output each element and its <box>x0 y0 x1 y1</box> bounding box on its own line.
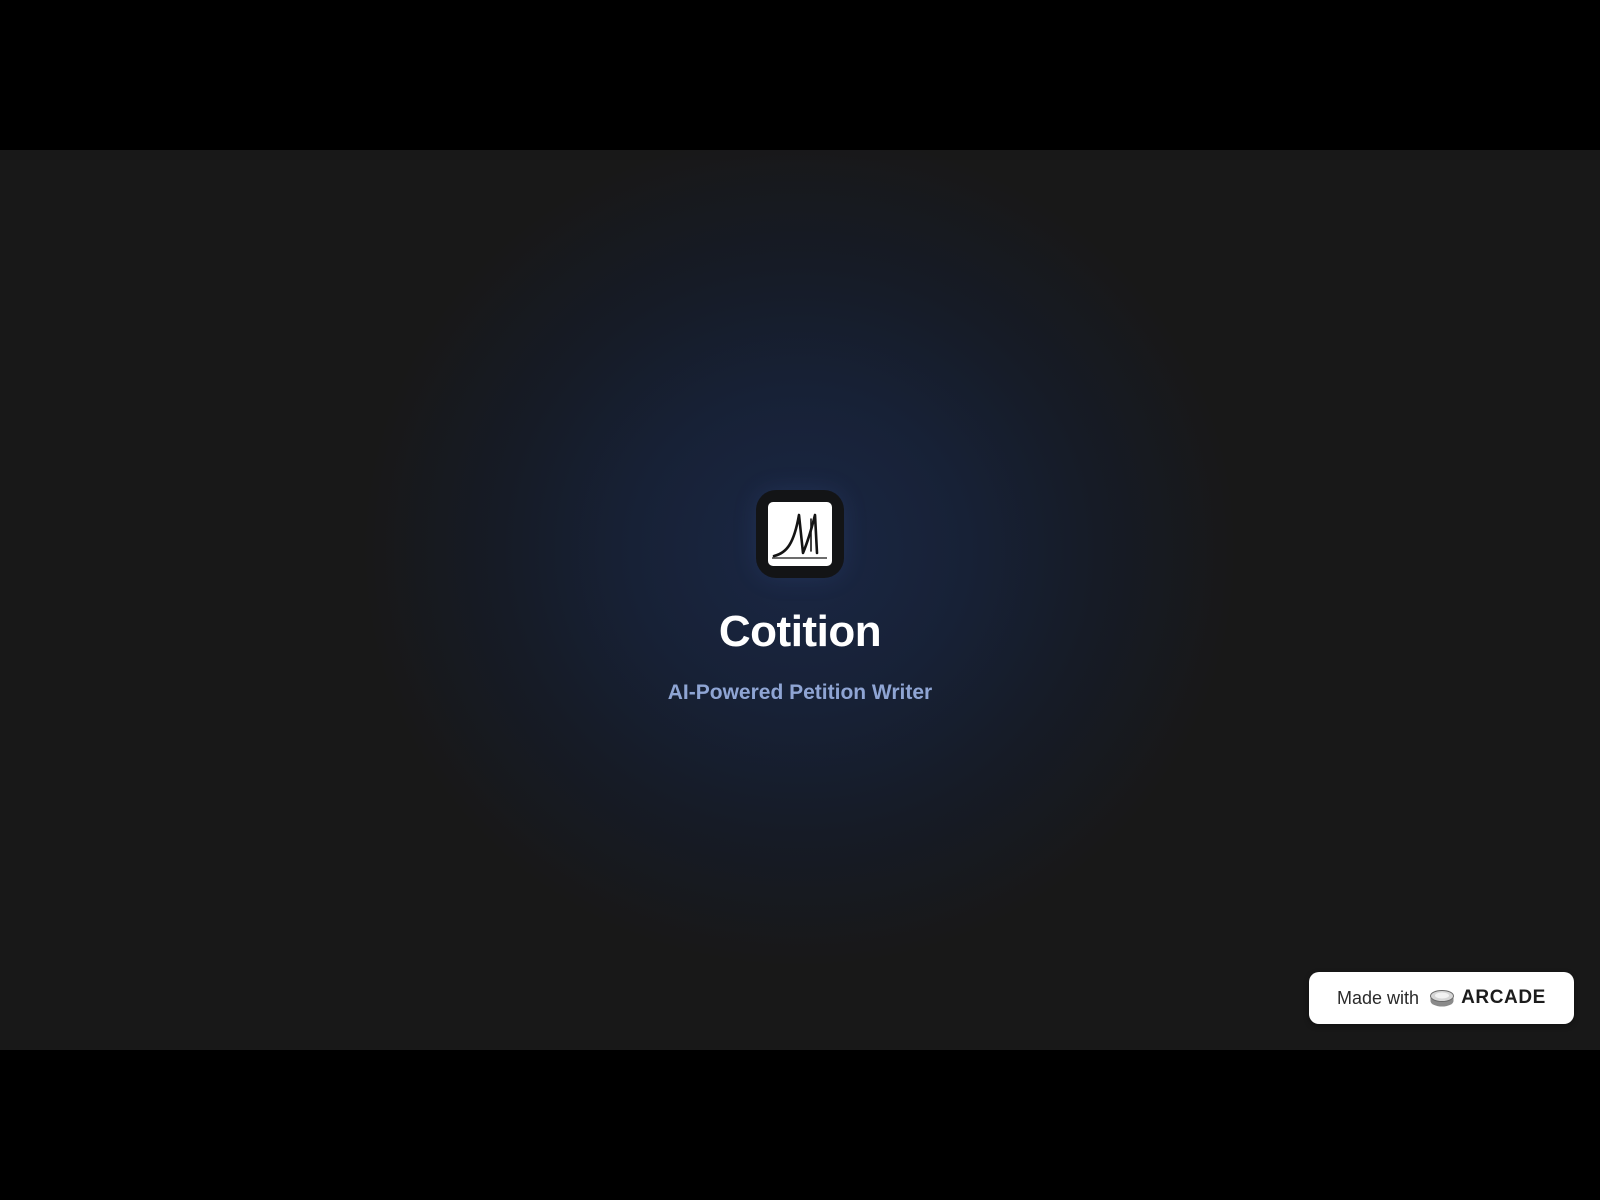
badge-prefix: Made with <box>1337 987 1420 1008</box>
badge-brand: ARCADE <box>1461 987 1546 1008</box>
app-name: Cotition <box>718 607 882 656</box>
cotition-logo-icon <box>756 490 844 578</box>
splash-screen: Cotition AI-Powered Petition Writer Made… <box>0 150 1600 1050</box>
letterbox-bottom <box>0 1050 1600 1200</box>
arcade-button-icon <box>1430 990 1455 1007</box>
hero: Cotition AI-Powered Petition Writer <box>0 490 1600 706</box>
app-tagline: AI-Powered Petition Writer <box>667 681 933 704</box>
badge-logo: ARCADE <box>1429 987 1546 1009</box>
made-with-arcade-badge[interactable]: Made with ARCADE <box>1309 972 1574 1024</box>
letterbox-top <box>0 0 1600 150</box>
